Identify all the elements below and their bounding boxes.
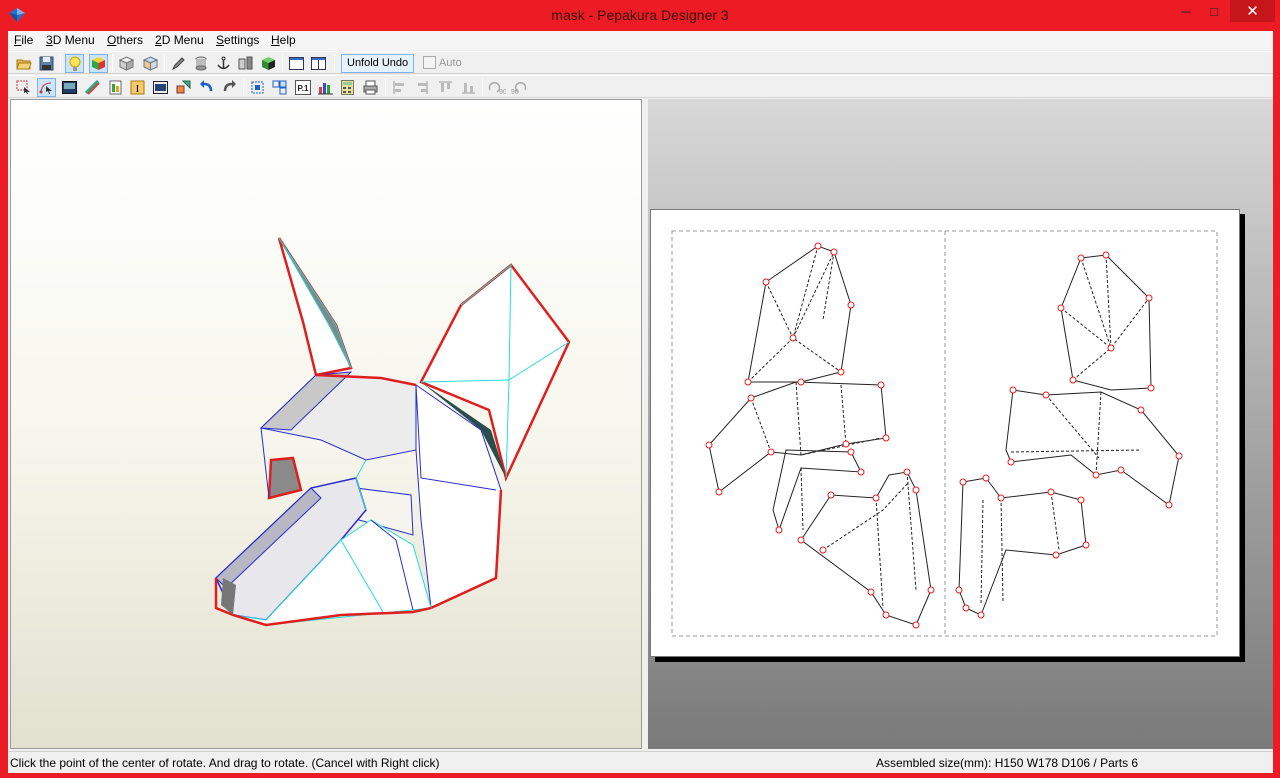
paper-icon[interactable] — [106, 78, 125, 97]
paper-sheet[interactable] — [650, 209, 1240, 657]
open-folder-icon[interactable] — [14, 54, 33, 73]
3d-view-pane[interactable] — [10, 99, 642, 749]
status-hint: Click the point of the center of rotate.… — [10, 756, 440, 770]
fox-mask-3d-model[interactable] — [11, 100, 641, 748]
print-icon[interactable] — [361, 78, 380, 97]
rotate-tool-icon[interactable] — [37, 78, 56, 97]
panel-left-icon[interactable] — [287, 54, 306, 73]
rotate-90-right-icon[interactable]: 90 — [510, 78, 529, 97]
select-rect-icon[interactable] — [14, 78, 33, 97]
assembled-size-info: Assembled size(mm): H150 W178 D106 / Par… — [876, 756, 1139, 770]
maximize-button[interactable]: □ — [1200, 0, 1228, 22]
edit-toolbar: I P.1 90 90 — [8, 75, 1273, 98]
panel-right-icon[interactable] — [309, 54, 328, 73]
menu-help[interactable]: Help — [271, 33, 296, 47]
chart-icon[interactable] — [316, 78, 335, 97]
status-bar: Click the point of the center of rotate.… — [8, 751, 1273, 773]
title-bar: mask - Pepakura Designer 3 ─ □ ✕ — [0, 0, 1280, 31]
picture-icon[interactable] — [60, 78, 79, 97]
rotate-left-label: 90 — [499, 89, 506, 95]
calculator-icon[interactable] — [338, 78, 357, 97]
undo-arrow-icon[interactable] — [197, 78, 216, 97]
arrange-icon[interactable] — [248, 78, 267, 97]
save-disk-icon[interactable] — [37, 54, 56, 73]
align-top-icon[interactable] — [436, 78, 455, 97]
align-center-icon[interactable] — [413, 78, 432, 97]
svg-text:I: I — [136, 83, 140, 95]
unfold-undo-button[interactable]: Unfold Undo — [341, 54, 415, 73]
mirror-icon[interactable] — [236, 54, 255, 73]
menu-settings[interactable]: Settings — [216, 33, 259, 47]
page-number-label: P.1 — [297, 84, 309, 93]
menu-3d[interactable]: 3D Menu — [46, 33, 95, 47]
color-cube-icon[interactable] — [89, 54, 108, 73]
menu-file[interactable]: File — [14, 33, 33, 47]
menu-2d[interactable]: 2D Menu — [155, 33, 204, 47]
pencil-icon[interactable] — [169, 54, 188, 73]
align-left-icon[interactable] — [390, 78, 409, 97]
main-toolbar: Unfold Undo Auto — [8, 51, 1273, 74]
app-client-area: File 3D Menu Others 2D Menu Settings Hel… — [8, 31, 1273, 773]
edge-join-icon[interactable] — [83, 78, 102, 97]
shape-icon[interactable] — [174, 78, 193, 97]
light-bulb-icon[interactable] — [65, 54, 84, 73]
box-icon[interactable] — [117, 54, 136, 73]
image-icon[interactable] — [151, 78, 170, 97]
rotate-90-left-icon[interactable]: 90 — [487, 78, 506, 97]
anchor-icon[interactable] — [214, 54, 233, 73]
align-middle-icon[interactable] — [459, 78, 478, 97]
texture-box-icon[interactable] — [141, 54, 160, 73]
fit-parts-icon[interactable] — [270, 78, 289, 97]
green-cube-icon[interactable] — [259, 54, 278, 73]
close-button[interactable]: ✕ — [1230, 0, 1275, 22]
2d-view-pane[interactable] — [648, 99, 1273, 749]
auto-checkbox[interactable] — [423, 56, 436, 69]
menu-bar: File 3D Menu Others 2D Menu Settings Hel… — [8, 31, 1273, 50]
auto-label: Auto — [439, 57, 462, 69]
page-number-icon[interactable]: P.1 — [293, 78, 312, 97]
minimize-button[interactable]: ─ — [1172, 0, 1200, 22]
window-title: mask - Pepakura Designer 3 — [551, 7, 729, 23]
cylinder-icon[interactable] — [191, 54, 210, 73]
unfolded-pattern-layout[interactable] — [651, 210, 1239, 656]
menu-others[interactable]: Others — [107, 33, 143, 47]
rotate-right-label: 90 — [511, 89, 519, 95]
text-icon[interactable]: I — [128, 78, 147, 97]
redo-arrow-icon[interactable] — [220, 78, 239, 97]
